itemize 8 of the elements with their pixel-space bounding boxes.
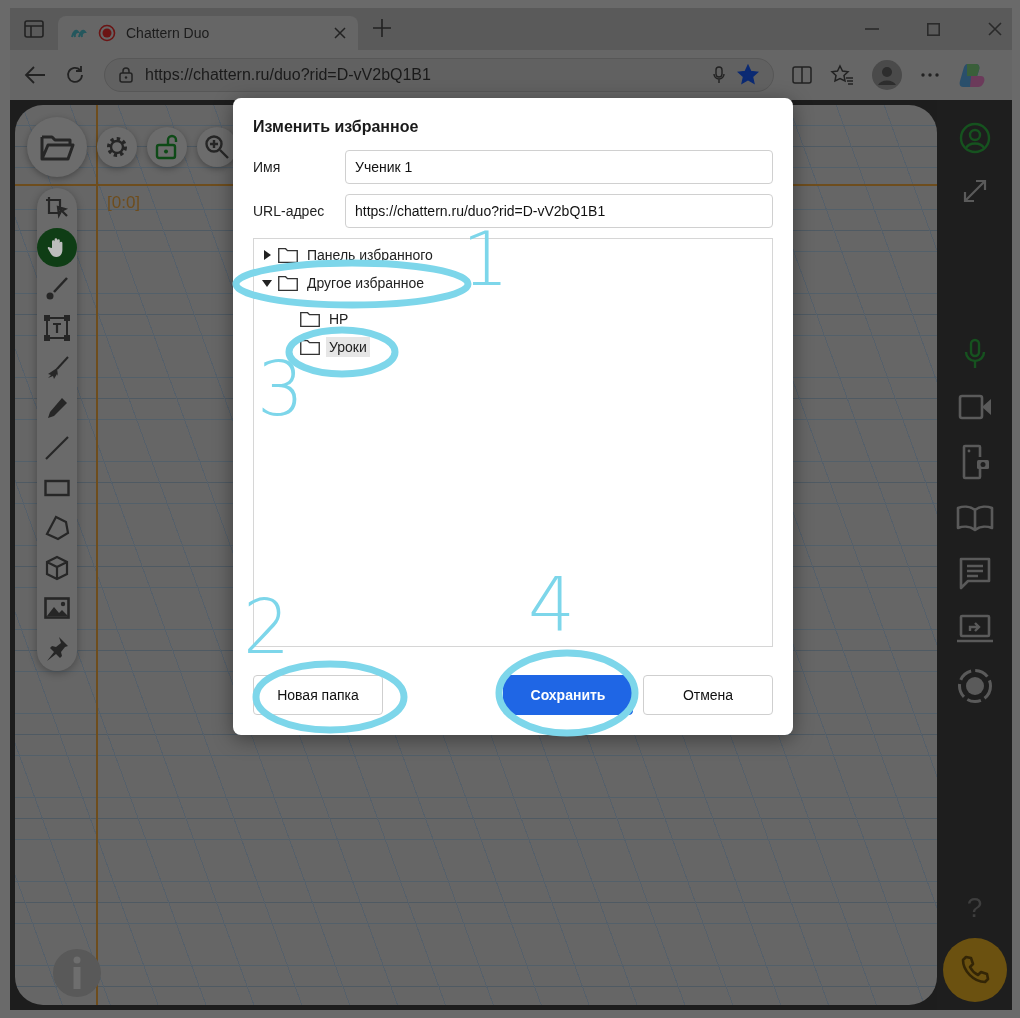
field-label: URL-адрес (253, 203, 326, 219)
origin-label: [0:0] (107, 193, 141, 213)
annotation-number: 3 (257, 352, 305, 426)
annotation-number: 4 (528, 568, 576, 642)
field-label: Имя (253, 159, 282, 175)
tab-title: Chattern Duo (126, 25, 211, 41)
dialog-title: Изменить избранное (253, 118, 420, 136)
annotation-number: 2 (243, 590, 291, 664)
